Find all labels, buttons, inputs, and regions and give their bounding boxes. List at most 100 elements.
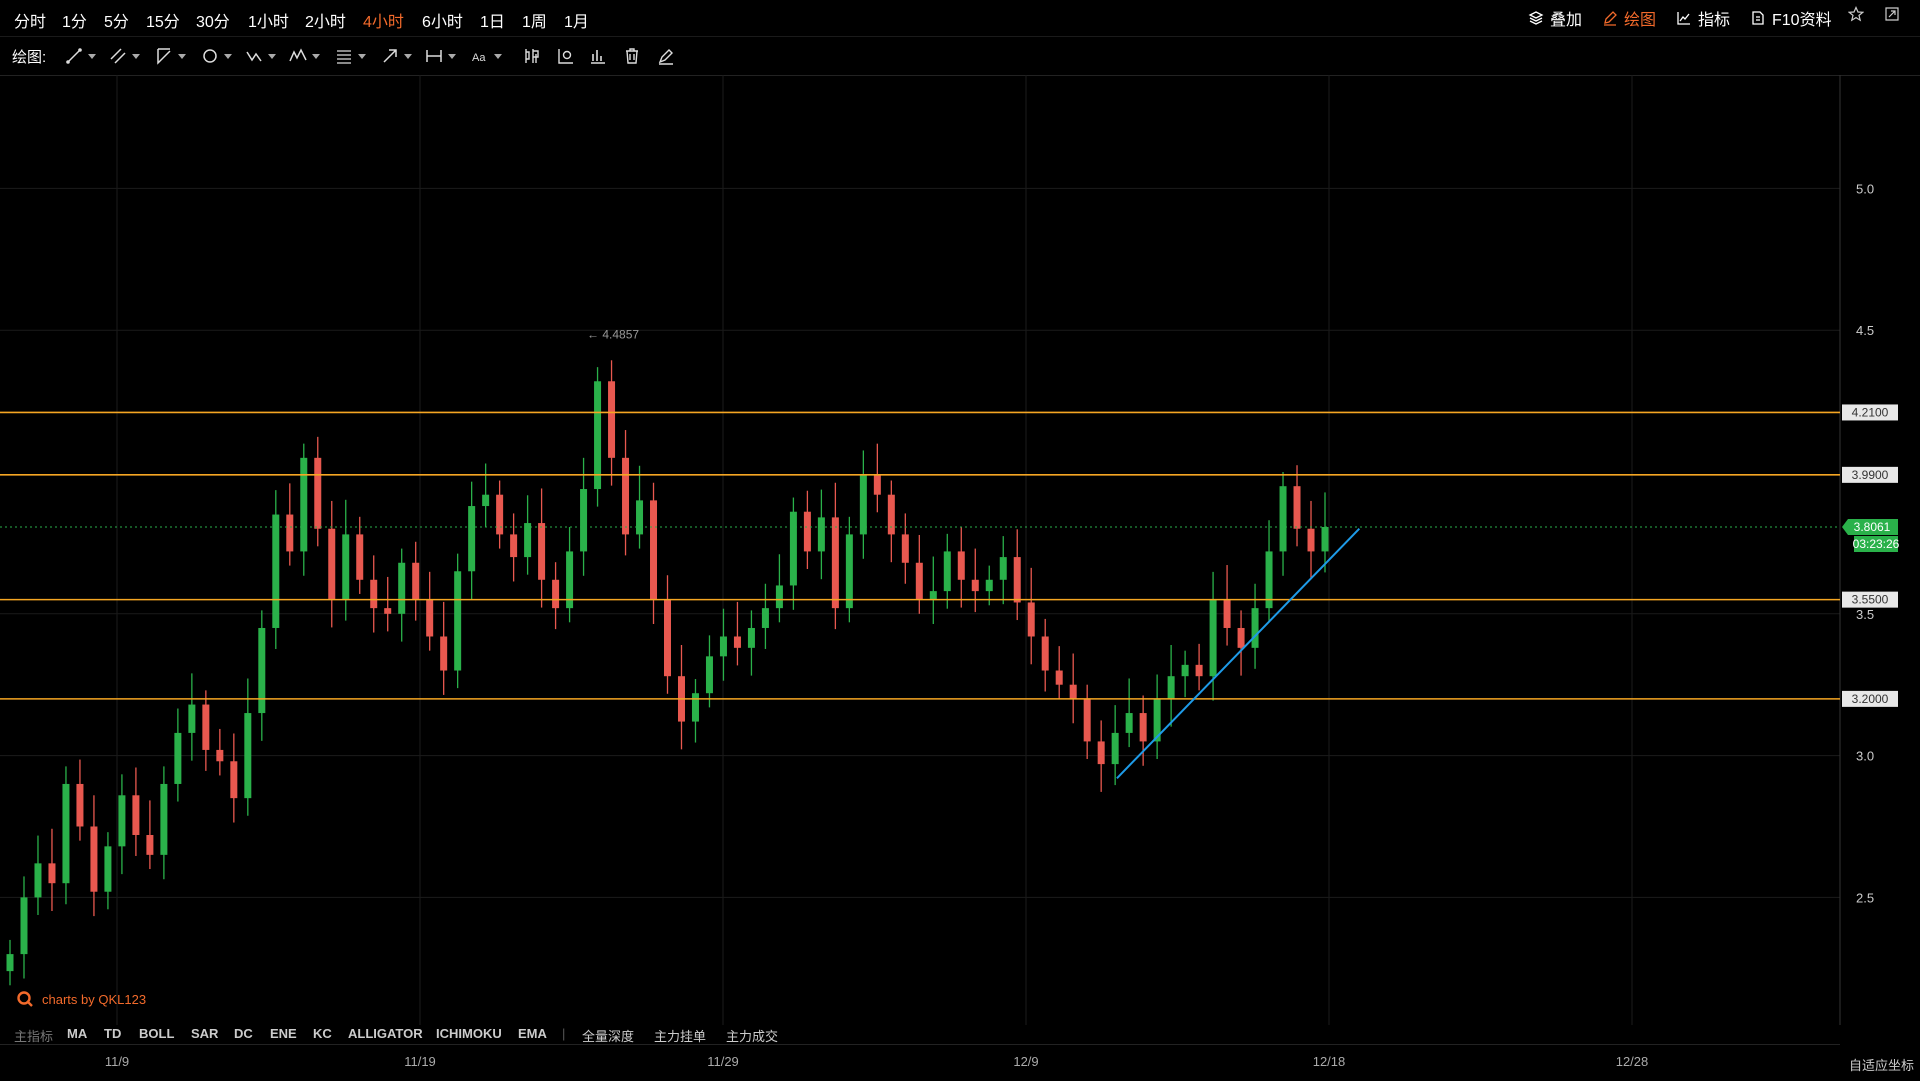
candle-body <box>789 511 797 586</box>
candle-body <box>1181 664 1189 677</box>
candle-body <box>160 783 168 855</box>
candles-toggle[interactable] <box>522 45 542 67</box>
overlay-label: 叠加 <box>1550 12 1583 29</box>
candle-body <box>230 761 238 799</box>
candle-body <box>342 534 350 600</box>
candle-body <box>761 608 769 628</box>
current-price-label: 3.8061 <box>1854 520 1891 534</box>
candle-body <box>1307 528 1315 552</box>
candle-body <box>859 474 867 535</box>
candle-body <box>608 381 616 458</box>
y-tick-label: 3.5 <box>1856 607 1874 622</box>
candle-body <box>691 693 699 722</box>
candle-body <box>510 534 518 558</box>
timeframe-7[interactable]: 4小时 <box>363 8 404 32</box>
indicator-extra-1[interactable]: 主力挂单 <box>654 1026 706 1045</box>
timeframe-8[interactable]: 6小时 <box>422 8 463 32</box>
text-tool[interactable]: Aa <box>470 45 502 67</box>
timeframe-1[interactable]: 1分 <box>62 8 87 32</box>
indicator-ichimoku[interactable]: ICHIMOKU <box>436 1026 502 1041</box>
level-tag-label: 3.2000 <box>1852 692 1889 706</box>
indicator-td[interactable]: TD <box>104 1026 121 1041</box>
indicator-ma[interactable]: MA <box>67 1026 87 1041</box>
gann-tool[interactable] <box>334 45 366 67</box>
timeframe-3[interactable]: 15分 <box>146 8 180 32</box>
indicator-sar[interactable]: SAR <box>191 1026 218 1041</box>
candle-body <box>216 749 224 762</box>
document-icon <box>1752 11 1764 25</box>
candle-body <box>999 557 1007 580</box>
timeframe-10[interactable]: 1周 <box>522 8 547 32</box>
bars-tool[interactable] <box>588 45 608 67</box>
candle-body <box>468 506 476 572</box>
candle-body <box>524 523 532 558</box>
indicator-button[interactable]: 指标 <box>1676 6 1730 30</box>
trendline-icon <box>66 48 82 64</box>
indicator-extra-0[interactable]: 全量深度 <box>582 1026 634 1045</box>
candle-body <box>454 571 462 671</box>
line-chart-icon <box>1677 12 1690 25</box>
separator: | <box>562 1026 566 1041</box>
arrow-icon <box>383 49 397 63</box>
favorite-button[interactable] <box>1848 6 1864 22</box>
candle-body <box>1251 608 1259 648</box>
timeframe-5[interactable]: 1小时 <box>248 8 289 32</box>
draw-button[interactable]: 绘图 <box>1602 6 1656 30</box>
star-icon <box>1848 6 1864 22</box>
timeframe-9[interactable]: 1日 <box>480 8 505 32</box>
brand-text: charts by QKL123 <box>42 991 147 1007</box>
indicator-ema[interactable]: EMA <box>518 1026 547 1041</box>
candle-body <box>538 523 546 580</box>
candle-body <box>915 562 923 600</box>
magnet-tool[interactable] <box>556 45 576 67</box>
overlay-button[interactable]: 叠加 <box>1528 6 1582 30</box>
candle-body <box>1209 599 1217 677</box>
candle-body <box>719 636 727 657</box>
indicator-alligator[interactable]: ALLIGATOR <box>348 1026 423 1041</box>
arrow-tool[interactable] <box>380 45 412 67</box>
candle-body <box>580 489 588 552</box>
pencil-icon <box>1604 11 1617 26</box>
line-tool[interactable] <box>64 45 96 67</box>
measure-tool[interactable] <box>424 45 456 67</box>
candle-body <box>118 795 126 847</box>
candle-body <box>482 494 490 507</box>
price-chart[interactable]: 5.0 4.5 3.5 3.0 2.5 4.2100 3.9900 3.5500 3.2000 3… <box>0 75 1920 1025</box>
f10-button[interactable]: F10资料 <box>1750 6 1832 30</box>
candle-body <box>6 954 14 972</box>
shape-tool[interactable] <box>200 45 232 67</box>
timeframe-0[interactable]: 分时 <box>14 8 46 32</box>
draw-toolbar-label: 绘图: <box>12 49 47 66</box>
timeframe-bar: 分时 1分 5分 15分 30分 1小时 2小时 4小时 6小时 1日 1周 1月 叠加 绘图 指标 … <box>0 0 1920 37</box>
indicator-kc[interactable]: KC <box>313 1026 332 1041</box>
y-tick-label: 5.0 <box>1856 181 1874 196</box>
timeframe-4[interactable]: 30分 <box>196 8 230 32</box>
timeframe-6[interactable]: 2小时 <box>305 8 346 32</box>
max-price-annotation: ← 4.4857 <box>587 327 639 341</box>
candle-body <box>1321 527 1329 552</box>
elliott-icon <box>289 48 307 62</box>
candle-body <box>34 863 42 898</box>
channel-tool[interactable] <box>108 45 140 67</box>
timeframe-2[interactable]: 5分 <box>104 8 129 32</box>
candle-body <box>705 656 713 694</box>
fib-tool[interactable] <box>154 45 186 67</box>
fullscreen-button[interactable] <box>1884 6 1900 22</box>
indicator-ene[interactable]: ENE <box>270 1026 297 1041</box>
auto-axis-button[interactable]: 自适应坐标 <box>1849 1055 1914 1074</box>
candle-body <box>943 551 951 592</box>
wave-tool[interactable] <box>288 45 320 67</box>
indicator-extra-2[interactable]: 主力成交 <box>726 1026 778 1045</box>
indicator-dc[interactable]: DC <box>234 1026 253 1041</box>
candle-body <box>901 534 909 563</box>
candle-body <box>929 591 937 600</box>
candle-body <box>1013 557 1021 603</box>
delete-drawings-button[interactable] <box>622 45 642 67</box>
indicator-boll[interactable]: BOLL <box>139 1026 174 1041</box>
candle-body <box>1195 664 1203 677</box>
pattern-tool[interactable] <box>244 45 276 67</box>
hide-drawings-button[interactable] <box>656 45 676 67</box>
channel-icon <box>110 48 126 64</box>
timeframe-11[interactable]: 1月 <box>564 8 589 32</box>
candle-body <box>76 783 84 827</box>
